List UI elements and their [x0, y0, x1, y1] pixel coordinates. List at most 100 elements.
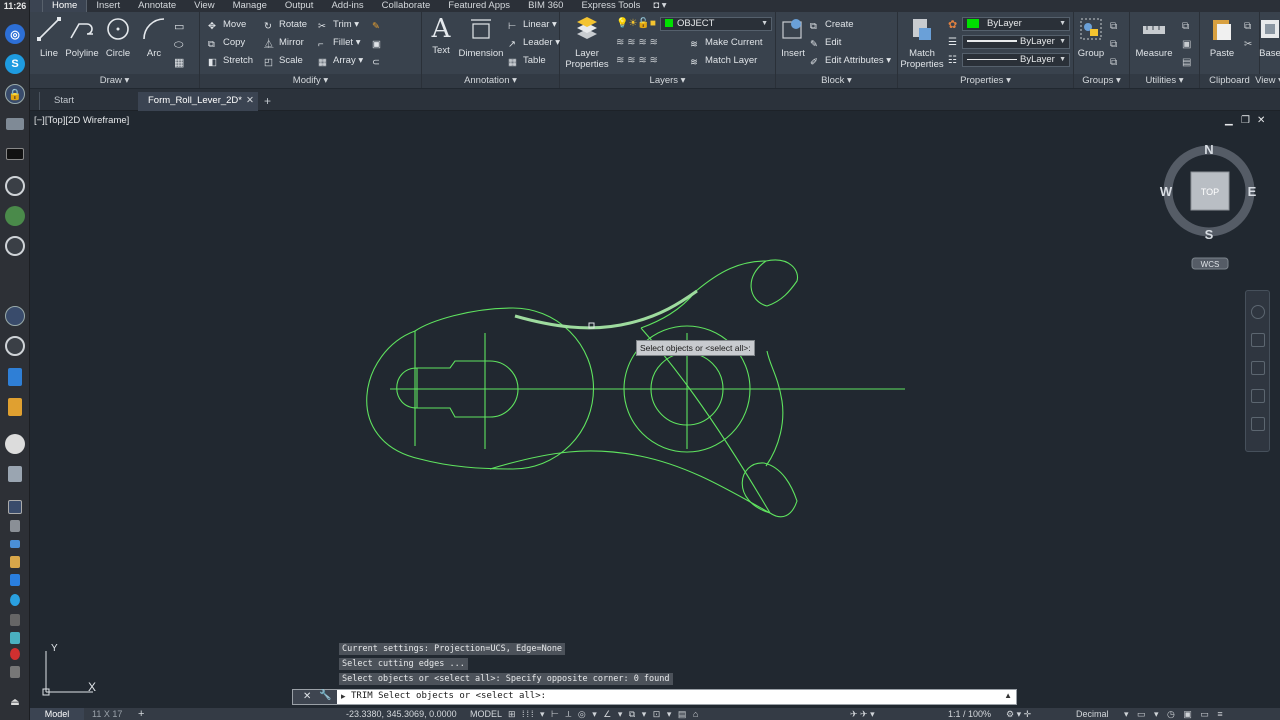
layout-tab[interactable]: 11 X 17	[92, 708, 122, 720]
lock-icon[interactable]: 🔒	[5, 84, 25, 104]
chromium-icon[interactable]: ◎	[5, 24, 25, 44]
groups-panel-title[interactable]: Groups ▾	[1074, 74, 1129, 88]
tab-annotate[interactable]: Annotate	[129, 0, 185, 12]
command-recent-icon[interactable]: ▸	[341, 691, 346, 702]
explode-button[interactable]: ▣	[372, 36, 387, 50]
color-dropdown[interactable]: ByLayer ▼	[962, 17, 1070, 31]
steering-wheel-icon[interactable]	[1251, 305, 1265, 319]
circle-button[interactable]: Circle	[102, 16, 134, 59]
app-menu-button[interactable]	[30, 0, 42, 12]
file-tab-menu[interactable]	[30, 92, 40, 110]
insert-block-button[interactable]: Insert	[778, 16, 808, 59]
drawing-viewport[interactable]: [−][Top][2D Wireframe] ▁ ❐ ✕ TOP N S W E…	[30, 111, 1280, 708]
tab-insert[interactable]: Insert	[87, 0, 129, 12]
paste-button[interactable]: Paste	[1204, 16, 1240, 59]
utilities-tools[interactable]: ⧉ ▣ ▤	[1182, 18, 1191, 72]
group-button[interactable]: Group	[1076, 16, 1106, 59]
draw-panel-title[interactable]: Draw ▾	[30, 74, 199, 88]
lineweight-dropdown[interactable]: ByLayer ▼	[962, 35, 1070, 49]
lock-icon-2[interactable]	[5, 306, 25, 326]
settings-icon[interactable]	[10, 540, 20, 548]
linear-button[interactable]: ⊢ Linear ▾	[508, 18, 557, 32]
orbit-icon[interactable]	[1251, 389, 1265, 403]
base-view-button[interactable]: Base	[1254, 16, 1280, 59]
package-icon[interactable]	[10, 520, 20, 532]
files-icon[interactable]	[6, 118, 24, 130]
drawing-canvas[interactable]	[30, 111, 1270, 671]
tool-icon[interactable]	[8, 398, 22, 416]
ribbon-minimize-icon[interactable]: ◘ ▾	[649, 0, 670, 12]
polyline-button[interactable]: Polyline	[64, 16, 100, 59]
move-button[interactable]: ✥ Move	[208, 18, 246, 32]
linetype-dropdown[interactable]: ByLayer ▼	[962, 53, 1070, 67]
annotation-scale[interactable]: 1:1 / 100%	[948, 708, 991, 720]
close-command-line-icon[interactable]: ✕	[303, 691, 311, 702]
drafting-toggles[interactable]: ⊞ ⁞⁞⁞ ▾ ⊢ ⟂ ◎ ▾ ∠ ▾ ⧉ ▾ ⊡ ▾ ▤ ⌂	[508, 708, 700, 720]
showmotion-icon[interactable]	[1251, 417, 1265, 431]
customize-icon[interactable]: 🔧	[319, 690, 331, 701]
command-line[interactable]: ✕ 🔧 ▸ TRIM Select objects or <select all…	[292, 689, 1017, 705]
table-button[interactable]: ▦ Table	[508, 54, 546, 68]
highlighted-arc[interactable]	[514, 289, 698, 330]
copy-button[interactable]: ⧉ Copy	[208, 36, 245, 50]
model-layout-tab[interactable]: Model	[30, 708, 84, 720]
layer-tools-row-2[interactable]: ≋ ≋ ≋ ≋	[616, 55, 658, 66]
annotation-panel-title[interactable]: Annotation ▾	[422, 74, 559, 88]
start-tab[interactable]: Start	[44, 92, 84, 111]
tab-add-ins[interactable]: Add-ins	[322, 0, 372, 12]
layers-panel-title[interactable]: Layers ▾	[560, 74, 775, 88]
command-prompt[interactable]: TRIM Select objects or <select all>:	[351, 691, 546, 701]
tab-express-tools[interactable]: Express Tools	[572, 0, 649, 12]
skype-icon[interactable]: S	[5, 54, 25, 74]
package-icon-2[interactable]	[10, 556, 20, 568]
text-button[interactable]: A Text	[426, 16, 456, 56]
array-button[interactable]: ▦ Array ▾	[318, 54, 363, 68]
workspace-switch-icon[interactable]: ⚙ ▾ ✛	[1006, 708, 1031, 720]
draw-small-tools[interactable]: ▭ ⬭ ▦	[174, 18, 194, 70]
fillet-button[interactable]: ⌐ Fillet ▾	[318, 36, 360, 50]
mirror-button[interactable]: ⏅ Mirror	[264, 36, 304, 50]
lock-icon-3[interactable]	[8, 500, 22, 514]
layer-properties-button[interactable]: Layer Properties	[564, 16, 610, 70]
tab-output[interactable]: Output	[276, 0, 323, 12]
app-icon-5[interactable]	[10, 632, 20, 644]
command-history-toggle[interactable]: ▲	[1004, 691, 1012, 700]
tab-featured-apps[interactable]: Featured Apps	[439, 0, 519, 12]
pan-icon[interactable]	[1251, 333, 1265, 347]
network-icon[interactable]	[10, 594, 20, 606]
arc-button[interactable]: Arc	[138, 16, 170, 59]
app-icon-4[interactable]	[10, 614, 20, 626]
units-readout[interactable]: Decimal	[1076, 708, 1109, 720]
app-icon[interactable]	[5, 176, 25, 196]
view-panel-title[interactable]: View ▾	[1254, 74, 1280, 88]
leader-button[interactable]: ↗ Leader ▾	[508, 36, 560, 50]
eject-icon[interactable]: ⏏	[10, 698, 20, 710]
offset-button[interactable]: ⊂	[372, 54, 387, 68]
volume-icon[interactable]	[10, 666, 20, 678]
stretch-button[interactable]: ◧ Stretch	[208, 54, 253, 68]
layer-dropdown[interactable]: OBJECT ▼	[660, 17, 772, 31]
linetype-icon[interactable]: ☷	[948, 55, 957, 66]
create-block-button[interactable]: ⧉ Create	[810, 18, 854, 32]
model-space-toggle[interactable]: MODEL	[470, 708, 502, 720]
tab-collaborate[interactable]: Collaborate	[373, 0, 440, 12]
layer-state-icons[interactable]: 💡☀🔓■	[616, 18, 656, 29]
record-icon[interactable]	[10, 648, 20, 660]
tab-view[interactable]: View	[185, 0, 223, 12]
match-properties-button[interactable]: Match Properties	[900, 16, 944, 70]
dropbox-icon[interactable]	[10, 574, 20, 586]
clipboard-tools[interactable]: ⧉ ✂	[1244, 18, 1252, 54]
terminal-icon[interactable]	[6, 148, 24, 160]
layer-tools-row-1[interactable]: ≋ ≋ ≋ ≋	[616, 37, 658, 48]
modify-panel-title[interactable]: Modify ▾	[200, 74, 421, 88]
annotation-toggles[interactable]: ✈ ✈ ▾	[850, 708, 875, 720]
dimension-button[interactable]: Dimension	[458, 16, 504, 59]
coordinates-readout[interactable]: -23.3380, 345.3069, 0.0000	[346, 708, 457, 720]
drawing-tab[interactable]: Form_Roll_Lever_2D* ✕	[138, 92, 258, 111]
part-geometry[interactable]	[366, 259, 905, 518]
utilities-panel-title[interactable]: Utilities ▾	[1130, 74, 1199, 88]
color-wheel-icon[interactable]: ✿	[948, 18, 957, 31]
make-current-button[interactable]: ≋ Make Current	[690, 36, 763, 50]
properties-panel-title[interactable]: Properties ▾	[898, 74, 1073, 88]
line-button[interactable]: Line	[34, 16, 64, 59]
